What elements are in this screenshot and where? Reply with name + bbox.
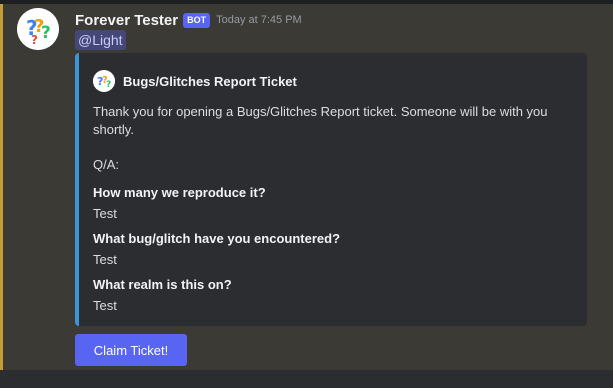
timestamp: Today at 7:45 PM <box>216 14 302 26</box>
bottom-divider <box>0 370 613 388</box>
avatar[interactable]: ? ? ? ? <box>17 8 59 50</box>
bot-badge: BOT <box>183 12 211 28</box>
user-mention[interactable]: @Light <box>75 30 126 50</box>
field-value: Test <box>93 298 117 313</box>
claim-ticket-button[interactable]: Claim Ticket! <box>75 334 187 366</box>
field-name: What bug/glitch have you encountered? <box>93 231 341 246</box>
embed-author-icon: ? ? ? <box>93 70 115 92</box>
embed-card: ? ? ? Bugs/Glitches Report Ticket Thank … <box>75 53 587 326</box>
field-name: What realm is this on? <box>93 277 232 292</box>
svg-text:?: ? <box>31 33 38 47</box>
mention-highlight-bar <box>0 4 3 370</box>
svg-text:?: ? <box>41 23 51 43</box>
question-marks-logo-icon: ? ? ? ? <box>17 8 59 50</box>
field-name: How many we reproduce it? <box>93 185 266 200</box>
field-value: Test <box>93 252 117 267</box>
svg-text:?: ? <box>106 80 111 90</box>
qa-label: Q/A: <box>93 157 120 172</box>
embed-title: Bugs/Glitches Report Ticket <box>123 73 297 89</box>
embed-description: Thank you for opening a Bugs/Glitches Re… <box>93 104 548 137</box>
field-value: Test <box>93 206 117 221</box>
message-header: Forever Tester BOT Today at 7:45 PM <box>75 9 302 31</box>
message-container: ? ? ? ? Forever Tester BOT Today at 7:45… <box>3 4 613 370</box>
embed-author: ? ? ? Bugs/Glitches Report Ticket <box>93 70 297 92</box>
username[interactable]: Forever Tester <box>75 12 178 29</box>
